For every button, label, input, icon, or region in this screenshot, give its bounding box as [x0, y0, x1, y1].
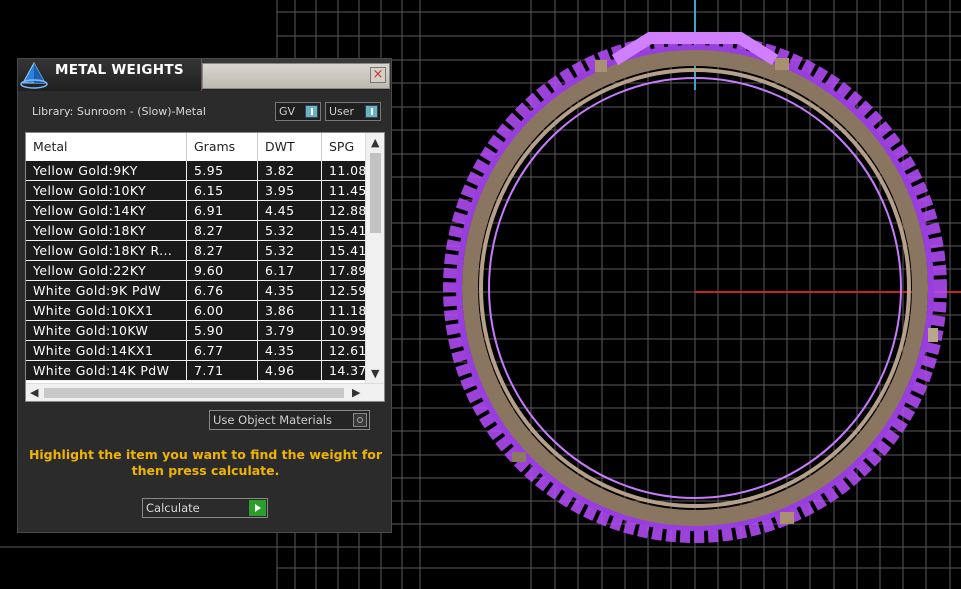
play-icon [249, 500, 266, 516]
column-header-metal[interactable]: Metal [26, 133, 187, 161]
table-header: Metal Grams DWT SPG [26, 133, 365, 162]
cell-metal: Yellow Gold:9KY [26, 161, 187, 180]
scroll-left-icon[interactable]: ◀ [30, 386, 38, 399]
toggle-switch-icon [365, 105, 378, 118]
cell-dwt: 3.82 [258, 161, 322, 180]
cell-dwt: 3.86 [258, 301, 322, 320]
instructions-text: Highlight the item you want to find the … [28, 447, 383, 478]
radio-icon[interactable] [353, 413, 367, 427]
table-row[interactable]: Yellow Gold:9KY 5.95 3.82 11.08 [26, 161, 382, 181]
cell-grams: 5.90 [187, 321, 258, 340]
metal-table[interactable]: Metal Grams DWT SPG Yellow Gold:9KY 5.95 3… [25, 132, 385, 402]
scroll-up-icon[interactable]: ▲ [371, 136, 379, 149]
user-toggle-label: User [329, 105, 355, 118]
cell-metal: Yellow Gold:18KY [26, 221, 187, 240]
use-object-materials-label: Use Object Materials [213, 413, 332, 427]
title-tab: METAL WEIGHTS [18, 59, 202, 91]
scrollbar-thumb[interactable] [370, 153, 381, 233]
use-object-materials-option[interactable]: Use Object Materials [209, 410, 370, 430]
gv-toggle-label: GV [279, 105, 296, 118]
library-label: Library: Sunroom - (Slow)-Metal [32, 105, 206, 118]
user-toggle[interactable]: User [325, 102, 381, 121]
table-row[interactable]: Yellow Gold:18KY 8.27 5.32 15.41 [26, 221, 382, 241]
table-row[interactable]: White Gold:14K PdW 7.71 4.96 14.37 [26, 361, 382, 381]
cell-metal: White Gold:10KW [26, 321, 187, 340]
panel-title: METAL WEIGHTS [55, 62, 184, 78]
table-row[interactable]: Yellow Gold:22KY 9.60 6.17 17.89 [26, 261, 382, 281]
toggle-switch-icon [305, 105, 318, 118]
cell-metal: Yellow Gold:22KY [26, 261, 187, 280]
cell-grams: 6.76 [187, 281, 258, 300]
cell-dwt: 4.35 [258, 341, 322, 360]
cell-dwt: 5.32 [258, 221, 322, 240]
cell-grams: 6.77 [187, 341, 258, 360]
table-row[interactable]: White Gold:14KX1 6.77 4.35 12.61 [26, 341, 382, 361]
cell-grams: 6.91 [187, 201, 258, 220]
cell-metal: Yellow Gold:14KY [26, 201, 187, 220]
column-header-dwt[interactable]: DWT [258, 133, 322, 161]
cell-dwt: 4.35 [258, 281, 322, 300]
calculate-button[interactable]: Calculate [142, 498, 268, 518]
cell-dwt: 6.17 [258, 261, 322, 280]
panel-titlebar[interactable]: METAL WEIGHTS × [18, 59, 391, 91]
column-header-grams[interactable]: Grams [187, 133, 258, 161]
title-bar-fill [202, 63, 390, 89]
cell-metal: Yellow Gold:18KY R... [26, 241, 187, 260]
cell-metal: Yellow Gold:10KY [26, 181, 187, 200]
cell-metal: White Gold:9K PdW [26, 281, 187, 300]
cell-dwt: 4.96 [258, 361, 322, 380]
cell-grams: 6.00 [187, 301, 258, 320]
gem-pyramid-icon [20, 61, 48, 89]
cell-grams: 8.27 [187, 241, 258, 260]
table-row[interactable]: Yellow Gold:10KY 6.15 3.95 11.45 [26, 181, 382, 201]
cell-grams: 5.95 [187, 161, 258, 180]
cell-dwt: 4.45 [258, 201, 322, 220]
cell-grams: 7.71 [187, 361, 258, 380]
calculate-label: Calculate [146, 501, 200, 515]
horizontal-scrollbar[interactable]: ◀ ▶ [26, 383, 384, 401]
cell-metal: White Gold:14KX1 [26, 341, 187, 360]
cell-dwt: 3.95 [258, 181, 322, 200]
vertical-scrollbar[interactable]: ▲ ▼ [365, 133, 384, 383]
table-row[interactable]: White Gold:9K PdW 6.76 4.35 12.59 [26, 281, 382, 301]
table-row[interactable]: Yellow Gold:18KY R... 8.27 5.32 15.41 [26, 241, 382, 261]
cell-dwt: 3.79 [258, 321, 322, 340]
close-icon[interactable]: × [370, 67, 386, 83]
cell-grams: 6.15 [187, 181, 258, 200]
scroll-down-icon[interactable]: ▼ [371, 367, 379, 380]
cell-grams: 9.60 [187, 261, 258, 280]
cell-metal: White Gold:10KX1 [26, 301, 187, 320]
scrollbar-thumb[interactable] [44, 388, 344, 398]
table-row[interactable]: White Gold:10KX1 6.00 3.86 11.18 [26, 301, 382, 321]
cell-metal: White Gold:14K PdW [26, 361, 187, 380]
table-row[interactable]: Yellow Gold:14KY 6.91 4.45 12.88 [26, 201, 382, 221]
cell-grams: 8.27 [187, 221, 258, 240]
table-row[interactable]: White Gold:10KW 5.90 3.79 10.99 [26, 321, 382, 341]
scroll-right-icon[interactable]: ▶ [352, 386, 360, 399]
cell-dwt: 5.32 [258, 241, 322, 260]
metal-weights-panel: METAL WEIGHTS × Library: Sunroom - (Slow… [17, 58, 392, 533]
gv-toggle[interactable]: GV [275, 102, 321, 121]
